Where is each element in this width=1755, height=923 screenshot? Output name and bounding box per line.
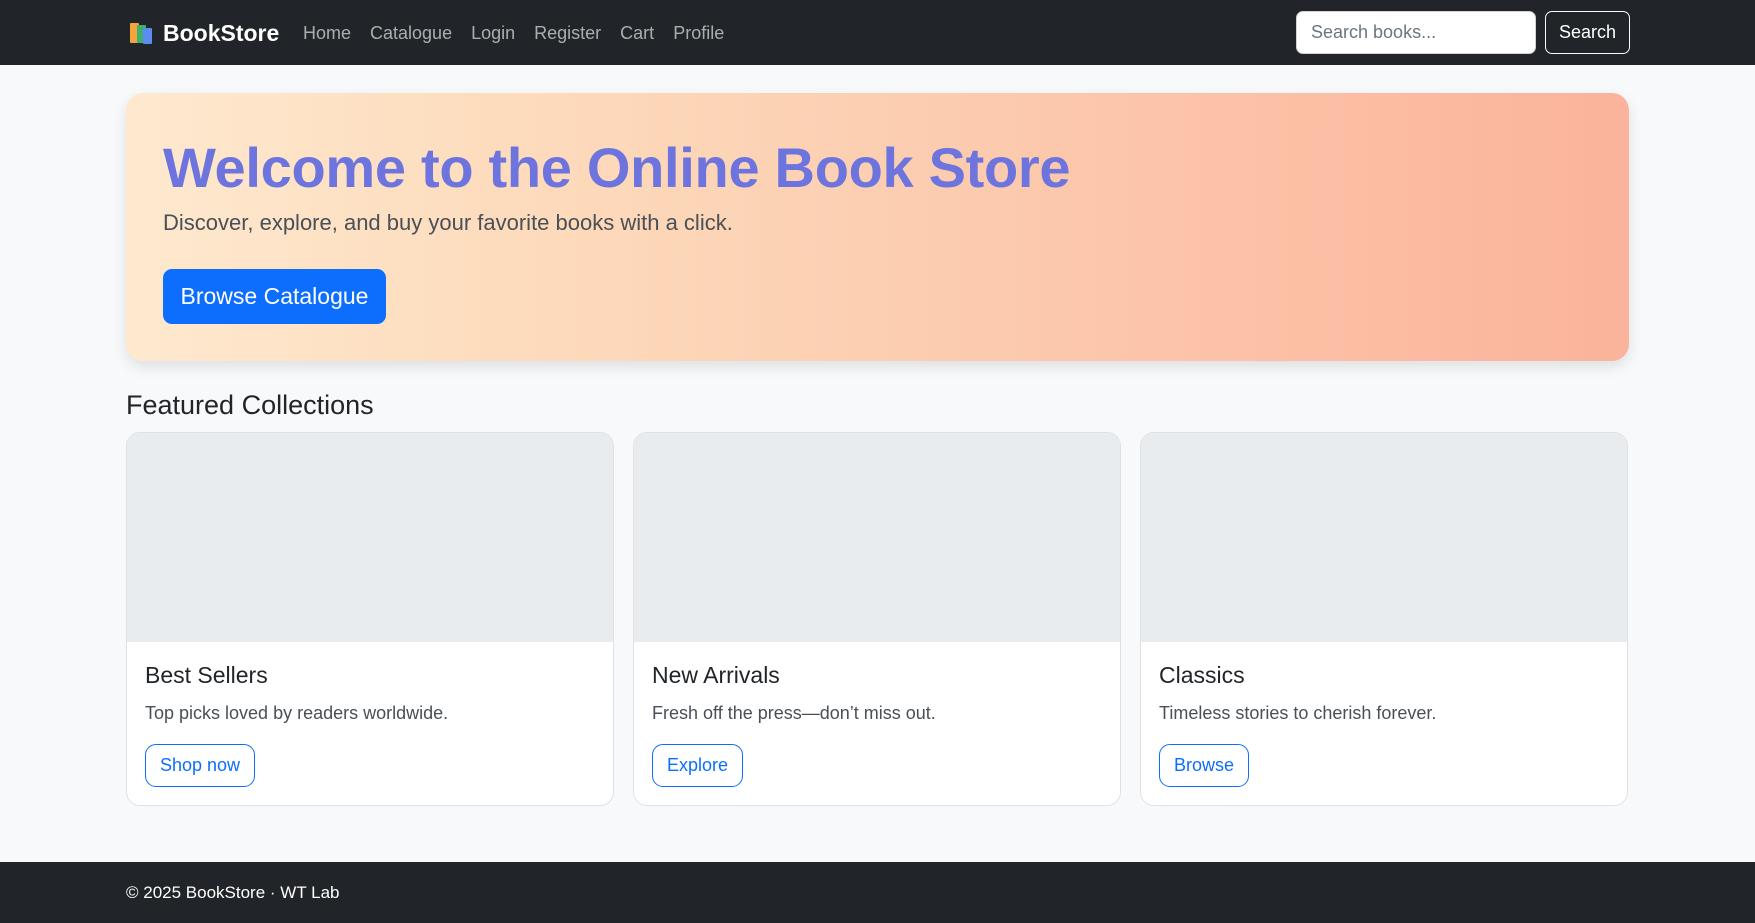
nav-links: Home Catalogue Login Register Cart Profi…: [303, 20, 743, 46]
explore-button[interactable]: Explore: [652, 744, 744, 787]
hero-title: Welcome to the Online Book Store: [163, 136, 1071, 199]
collection-card-best-sellers: Best Sellers Top picks loved by readers …: [126, 432, 614, 806]
card-image-placeholder: [127, 433, 613, 642]
search-button[interactable]: Search: [1545, 11, 1630, 54]
card-title: New Arrivals: [652, 662, 780, 688]
collection-card-classics: Classics Timeless stories to cherish for…: [1140, 432, 1628, 806]
nav-link-profile[interactable]: Profile: [673, 20, 724, 46]
shop-now-button[interactable]: Shop now: [145, 744, 256, 787]
browse-button[interactable]: Browse: [1159, 744, 1250, 787]
card-title: Best Sellers: [145, 662, 268, 688]
footer-copyright: © 2025 BookStore · WT Lab: [126, 883, 340, 902]
card-image-placeholder: [1141, 433, 1627, 642]
card-title: Classics: [1159, 662, 1245, 688]
collection-card-new-arrivals: New Arrivals Fresh off the press—don’t m…: [633, 432, 1121, 806]
brand-link[interactable]: BookStore: [128, 18, 279, 48]
card-image-placeholder: [634, 433, 1120, 642]
nav-link-cart[interactable]: Cart: [620, 20, 654, 46]
card-text: Top picks loved by readers worldwide.: [145, 703, 449, 723]
navbar: BookStore Home Catalogue Login Register …: [0, 0, 1755, 65]
nav-link-home[interactable]: Home: [303, 20, 351, 46]
search-input[interactable]: [1296, 11, 1536, 54]
books-icon: [128, 21, 154, 45]
hero-subtitle: Discover, explore, and buy your favorite…: [163, 210, 733, 235]
footer: © 2025 BookStore · WT Lab: [0, 862, 1755, 923]
nav-link-register[interactable]: Register: [534, 20, 601, 46]
nav-link-login[interactable]: Login: [471, 20, 515, 46]
nav-link-catalogue[interactable]: Catalogue: [370, 20, 452, 46]
brand-name: BookStore: [163, 19, 280, 46]
card-text: Timeless stories to cherish forever.: [1159, 703, 1437, 723]
featured-collections-title: Featured Collections: [126, 390, 374, 420]
card-text: Fresh off the press—don’t miss out.: [652, 703, 936, 723]
browse-catalogue-button[interactable]: Browse Catalogue: [163, 269, 386, 324]
hero-banner: Welcome to the Online Book Store Discove…: [126, 93, 1629, 361]
